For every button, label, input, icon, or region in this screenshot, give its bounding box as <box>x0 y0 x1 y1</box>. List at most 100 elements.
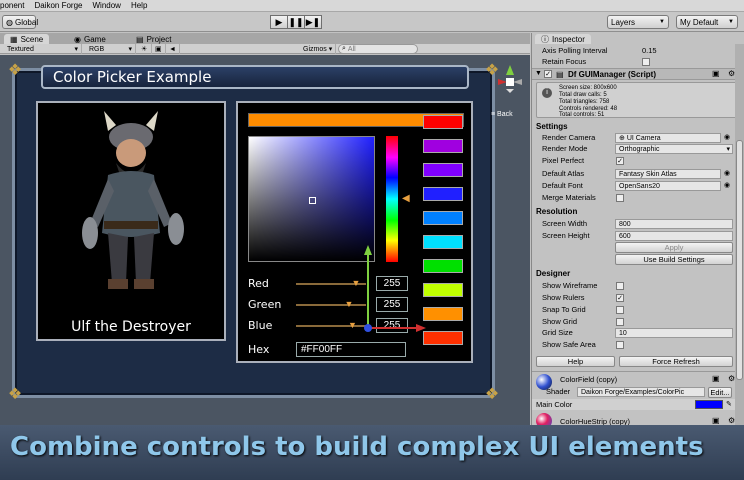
globe-icon: ◍ <box>6 17 13 27</box>
render-mode-dropdown[interactable]: Orthographic ▾ <box>615 144 733 154</box>
material-sphere-icon <box>536 413 552 425</box>
main-color-label: Main Color <box>536 400 573 409</box>
show-rulers-checkbox[interactable]: ✓ <box>616 294 624 302</box>
shading-mode-dropdown[interactable]: Textured ▾ <box>4 44 82 54</box>
panel-title: Color Picker Example <box>41 65 469 89</box>
render-camera-label: Render Camera <box>542 133 596 142</box>
color-swatch[interactable] <box>423 115 463 129</box>
inspector-scroll-thumb[interactable] <box>736 140 743 380</box>
help-book-icon[interactable]: ▣ <box>712 69 720 78</box>
snap-to-grid-checkbox[interactable] <box>616 306 624 314</box>
screen-width-field[interactable]: 800 <box>615 219 733 229</box>
menu-window[interactable]: Window <box>88 1 126 10</box>
color-swatch[interactable] <box>423 259 463 273</box>
retain-focus-label: Retain Focus <box>542 57 587 66</box>
render-camera-field[interactable]: ⊕ UI Camera <box>615 133 721 143</box>
force-refresh-button[interactable]: Force Refresh <box>619 356 733 367</box>
divider <box>532 371 744 372</box>
merge-materials-checkbox[interactable] <box>616 194 624 202</box>
image-toggle[interactable]: ▣ <box>152 44 166 54</box>
foldout-arrow-icon[interactable]: ▼ <box>535 70 542 77</box>
object-picker-icon[interactable]: ◉ <box>724 181 730 189</box>
screen-height-label: Screen Height <box>542 231 590 240</box>
color-picker: ◀ Red ▼ 255 Green ▼ 255 Blue ▼ 255 Hex #… <box>236 101 473 363</box>
eyedropper-icon[interactable]: ✎ <box>726 400 732 408</box>
help-button[interactable]: Help <box>536 356 615 367</box>
help-book-icon[interactable]: ▣ <box>712 416 720 425</box>
step-button[interactable]: ▶❚ <box>304 15 322 29</box>
tab-scene[interactable]: ▦ Scene <box>4 34 50 44</box>
camera-icon: ⊕ <box>619 135 625 142</box>
color-swatch[interactable] <box>423 307 463 321</box>
play-button[interactable]: ▶ <box>270 15 288 29</box>
audio-toggle[interactable]: ◄ <box>166 44 180 54</box>
grid-size-field[interactable]: 10 <box>615 328 733 338</box>
tab-game-label: Game <box>83 34 106 44</box>
orientation-gizmo[interactable]: ≡ Back <box>491 63 525 118</box>
render-mode-dropdown[interactable]: RGB ▾ <box>86 44 136 54</box>
chevron-down-icon: ▼ <box>728 19 734 25</box>
use-build-settings-button[interactable]: Use Build Settings <box>615 254 733 265</box>
retain-focus-checkbox[interactable] <box>642 58 650 66</box>
color-swatch[interactable] <box>423 235 463 249</box>
hex-label: Hex <box>248 343 270 356</box>
show-grid-checkbox[interactable] <box>616 318 624 326</box>
layout-label: My Default <box>680 17 719 27</box>
scene-search-input[interactable]: ⌕ All <box>338 44 418 54</box>
gizmo-view-label: ≡ Back <box>491 111 513 118</box>
color-swatch[interactable] <box>423 331 463 345</box>
color-swatch[interactable] <box>423 211 463 225</box>
axis-polling-value[interactable]: 0.15 <box>642 46 657 56</box>
tab-project-label: Project <box>146 34 172 44</box>
tab-game[interactable]: ◉ Game <box>68 34 112 44</box>
move-gizmo[interactable] <box>348 243 428 343</box>
hue-thumb-icon[interactable]: ◀ <box>402 193 410 204</box>
help-book-icon[interactable]: ▣ <box>712 374 720 383</box>
layers-dropdown[interactable]: Layers ▼ <box>607 15 669 29</box>
object-picker-icon[interactable]: ◉ <box>724 133 730 141</box>
color-swatch[interactable] <box>423 163 463 177</box>
resolution-header: Resolution <box>536 207 578 216</box>
pixel-perfect-checkbox[interactable]: ✓ <box>616 157 624 165</box>
inspector-panel: ⓘ Inspector Axis Polling Interval 0.15 R… <box>531 33 744 425</box>
color-swatch[interactable] <box>423 139 463 153</box>
promo-banner-text: Combine controls to build complex UI ele… <box>10 432 704 462</box>
info-line: Total controls: 51 <box>559 112 605 118</box>
shader-edit-button[interactable]: Edit... <box>708 387 732 398</box>
color-field-cursor[interactable] <box>309 197 316 204</box>
tab-inspector[interactable]: ⓘ Inspector <box>535 34 591 44</box>
component-enabled-checkbox[interactable]: ✓ <box>544 70 552 78</box>
toolbar: ◍ Global ▶ ❚❚ ▶❚ Layers ▼ My Default ▼ <box>0 12 744 32</box>
screen-height-field[interactable]: 600 <box>615 231 733 241</box>
gizmo-back-label: Back <box>497 111 513 118</box>
show-wireframe-checkbox[interactable] <box>616 282 624 290</box>
global-toggle-button[interactable]: ◍ Global <box>2 15 38 29</box>
lighting-toggle[interactable]: ☀ <box>138 44 152 54</box>
red-label: Red <box>248 277 269 290</box>
component-header[interactable]: ▼ ✓ ▤ Df GUIManager (Script) ▣ ⚙ <box>532 68 744 80</box>
playback-controls: ▶ ❚❚ ▶❚ <box>270 15 322 29</box>
menu-help[interactable]: Help <box>126 1 152 10</box>
shader-dropdown[interactable]: Daikon Forge/Examples/ColorPic <box>577 387 705 397</box>
layout-dropdown[interactable]: My Default ▼ <box>676 15 738 29</box>
default-font-field[interactable]: OpenSans20 <box>615 181 721 191</box>
back-icon: ≡ <box>491 111 496 118</box>
info-line: Total draw calls: 5 <box>559 92 607 98</box>
default-atlas-field[interactable]: Fantasy Skin Atlas <box>615 169 721 179</box>
tab-project[interactable]: ▤ Project <box>130 34 177 44</box>
show-safe-area-checkbox[interactable] <box>616 341 624 349</box>
pause-button[interactable]: ❚❚ <box>287 15 305 29</box>
object-picker-icon[interactable]: ◉ <box>724 169 730 177</box>
gizmos-dropdown[interactable]: Gizmos ▾ <box>300 44 336 54</box>
apply-button[interactable]: Apply <box>615 242 733 253</box>
main-color-swatch[interactable] <box>695 400 723 409</box>
menu-daikon-forge[interactable]: Daikon Forge <box>29 1 87 10</box>
menu-component[interactable]: ponent <box>0 1 29 10</box>
color-swatch[interactable] <box>423 187 463 201</box>
corner-ornament-icon: ❖ <box>7 62 23 79</box>
menu-bar: ponent Daikon Forge Window Help <box>0 0 744 12</box>
scene-tabs: ▦ Scene ◉ Game ▤ Project <box>0 33 530 44</box>
color-swatch[interactable] <box>423 283 463 297</box>
hex-value-field[interactable]: #FF00FF <box>296 342 406 357</box>
scene-viewport[interactable]: ❖ ❖ ❖ ❖ Color Picker Example Ulf the Des… <box>0 55 530 425</box>
